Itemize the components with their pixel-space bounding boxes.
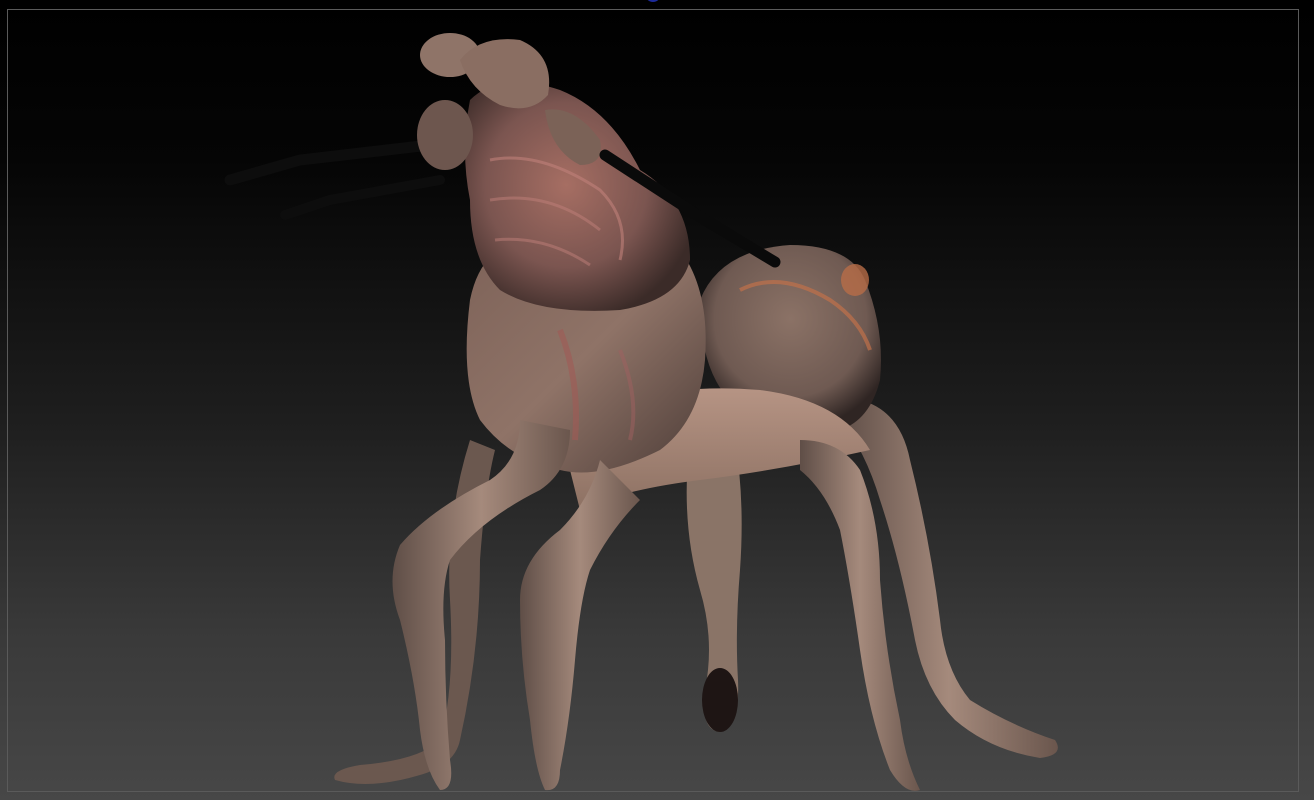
- front-middle-leg: [520, 460, 640, 791]
- creature-head: [417, 33, 690, 311]
- document-viewport[interactable]: [0, 0, 1314, 800]
- left-antennae: [224, 139, 445, 220]
- sculpted-creature-model[interactable]: [0, 0, 1314, 800]
